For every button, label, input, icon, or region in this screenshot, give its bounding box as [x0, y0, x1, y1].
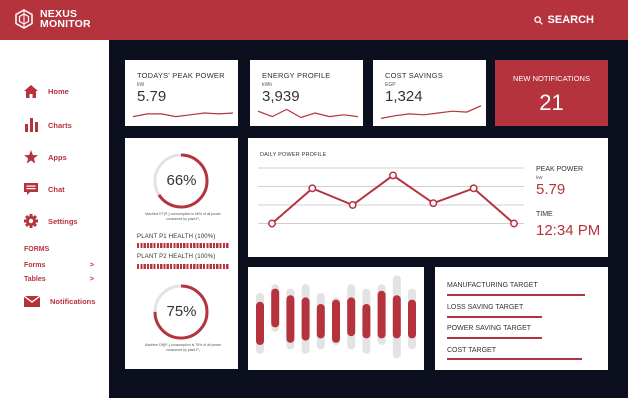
top-bar: NEXUS MONITOR SEARCH	[0, 0, 628, 40]
home-icon	[24, 84, 38, 98]
forms-heading: FORMS	[24, 246, 50, 253]
bar-chart-icon	[24, 118, 38, 132]
data-point[interactable]	[308, 184, 317, 193]
sidebar-item-tables[interactable]: Tables >	[24, 276, 94, 283]
sidebar-item-apps[interactable]: Apps	[24, 150, 67, 164]
mail-icon	[24, 294, 40, 308]
daily-power-profile-card: DAILY POWER PROFILE PEAK POWER kW 5.79 T…	[248, 138, 608, 257]
data-point[interactable]	[389, 171, 397, 180]
sidebar-item-forms[interactable]: Forms >	[24, 262, 94, 269]
new-notifications-card[interactable]: NEW NOTIFICATIONS 21	[495, 60, 608, 126]
target-label: LOSS SAVING TARGET	[447, 304, 524, 311]
sidebar-item-home[interactable]: Home	[24, 84, 69, 98]
sidebar-item-chat[interactable]: Chat	[24, 182, 65, 196]
chat-icon	[24, 182, 38, 196]
logo-icon	[15, 9, 33, 29]
notifications-count: 21	[539, 90, 564, 115]
gauge-value: 66%	[166, 172, 197, 189]
data-point[interactable]	[469, 184, 478, 193]
sparkline-line	[258, 108, 358, 119]
plant-health-label: PLANT P1 HEALTH (100%)	[137, 234, 216, 240]
app-logo[interactable]: NEXUS MONITOR	[14, 9, 91, 29]
data-point[interactable]	[510, 219, 518, 228]
kpi-value: 5.79	[137, 88, 167, 105]
plant-health-bar	[137, 264, 229, 269]
kpi-card-energy-profile[interactable]: ENERGY PROFILE kWh 3,939	[250, 60, 363, 126]
chevron-right-icon: >	[89, 262, 94, 269]
sidebar-sub-label: Tables	[24, 276, 46, 283]
range-bar-card	[248, 267, 424, 370]
daily-power-chart[interactable]	[258, 160, 524, 250]
sidebar-item-label: Notifications	[50, 296, 96, 306]
sidebar-item-label: Charts	[48, 120, 72, 130]
sparkline-line	[133, 112, 233, 118]
star-icon	[24, 150, 38, 164]
sparkline	[133, 112, 233, 118]
target-label: COST TARGET	[447, 347, 497, 354]
data-point[interactable]	[429, 199, 438, 208]
sidebar-item-settings[interactable]: Settings	[24, 214, 78, 228]
target-progress-bar	[447, 316, 543, 318]
kpi-value: 1,324	[385, 88, 423, 105]
app-name: NEXUS MONITOR	[40, 9, 91, 30]
gauge-caption: Machine KT(P₁) consumption is 66% of all…	[145, 212, 221, 221]
search-label: SEARCH	[547, 14, 594, 26]
peak-power-value: 5.79	[536, 181, 566, 198]
target-progress-bar	[447, 358, 583, 360]
kpi-title: TODAYS' PEAK POWER	[137, 71, 225, 80]
target-label: MANUFACTURING TARGET	[447, 282, 538, 289]
sidebar: Home Charts Apps Chat Settings FORMS For…	[0, 40, 109, 398]
range-bar-chart[interactable]	[248, 267, 424, 370]
target-progress-bar	[447, 294, 585, 296]
kpi-title: ENERGY PROFILE	[262, 71, 331, 80]
data-point[interactable]	[348, 201, 357, 209]
plant-health-bar	[137, 243, 229, 248]
sparkline	[258, 108, 358, 119]
data-point[interactable]	[268, 219, 276, 228]
app-name-line2: MONITOR	[40, 18, 91, 30]
machine-consumption-card: 66% Machine KT(P₁) consumption is 66% of…	[125, 138, 238, 369]
peak-power-unit: kW	[536, 175, 543, 180]
series-line	[271, 174, 515, 225]
sidebar-item-charts[interactable]: Charts	[24, 118, 72, 132]
time-label: TIME	[536, 211, 553, 218]
sidebar-item-label: Apps	[48, 152, 67, 162]
sidebar-item-label: Chat	[48, 184, 65, 194]
search-button[interactable]: SEARCH	[533, 14, 594, 26]
plant-health-label: PLANT P2 HEALTH (100%)	[137, 254, 216, 260]
notifications-title: NEW NOTIFICATIONS	[513, 74, 590, 83]
kpi-card-peak-power[interactable]: TODAYS' PEAK POWER kW 5.79	[125, 60, 238, 126]
sidebar-item-label: Home	[48, 86, 69, 96]
gauge-caption: Machine DB(P₂) consumption is 75% of all…	[144, 343, 222, 352]
gauge-value: 75%	[166, 303, 197, 320]
sidebar-sub-label: Forms	[24, 262, 46, 269]
search-icon	[533, 15, 543, 25]
peak-power-label: PEAK POWER	[536, 166, 584, 173]
chart-title: DAILY POWER PROFILE	[260, 152, 327, 158]
sidebar-item-label: Settings	[48, 216, 78, 226]
time-value: 12:34 PM	[536, 222, 601, 239]
targets-card: MANUFACTURING TARGET LOSS SAVING TARGET …	[435, 267, 608, 370]
sparkline	[381, 105, 481, 119]
gear-icon	[24, 214, 38, 228]
sparkline-line	[381, 105, 481, 119]
kpi-value: 3,939	[262, 88, 300, 105]
target-progress-bar	[447, 337, 543, 339]
sidebar-item-notifications[interactable]: Notifications	[24, 294, 95, 308]
kpi-title: COST SAVINGS	[385, 71, 443, 80]
target-label: POWER SAVING TARGET	[447, 325, 532, 332]
chevron-right-icon: >	[89, 276, 94, 283]
kpi-card-cost-savings[interactable]: COST SAVINGS EGP 1,324	[373, 60, 486, 126]
